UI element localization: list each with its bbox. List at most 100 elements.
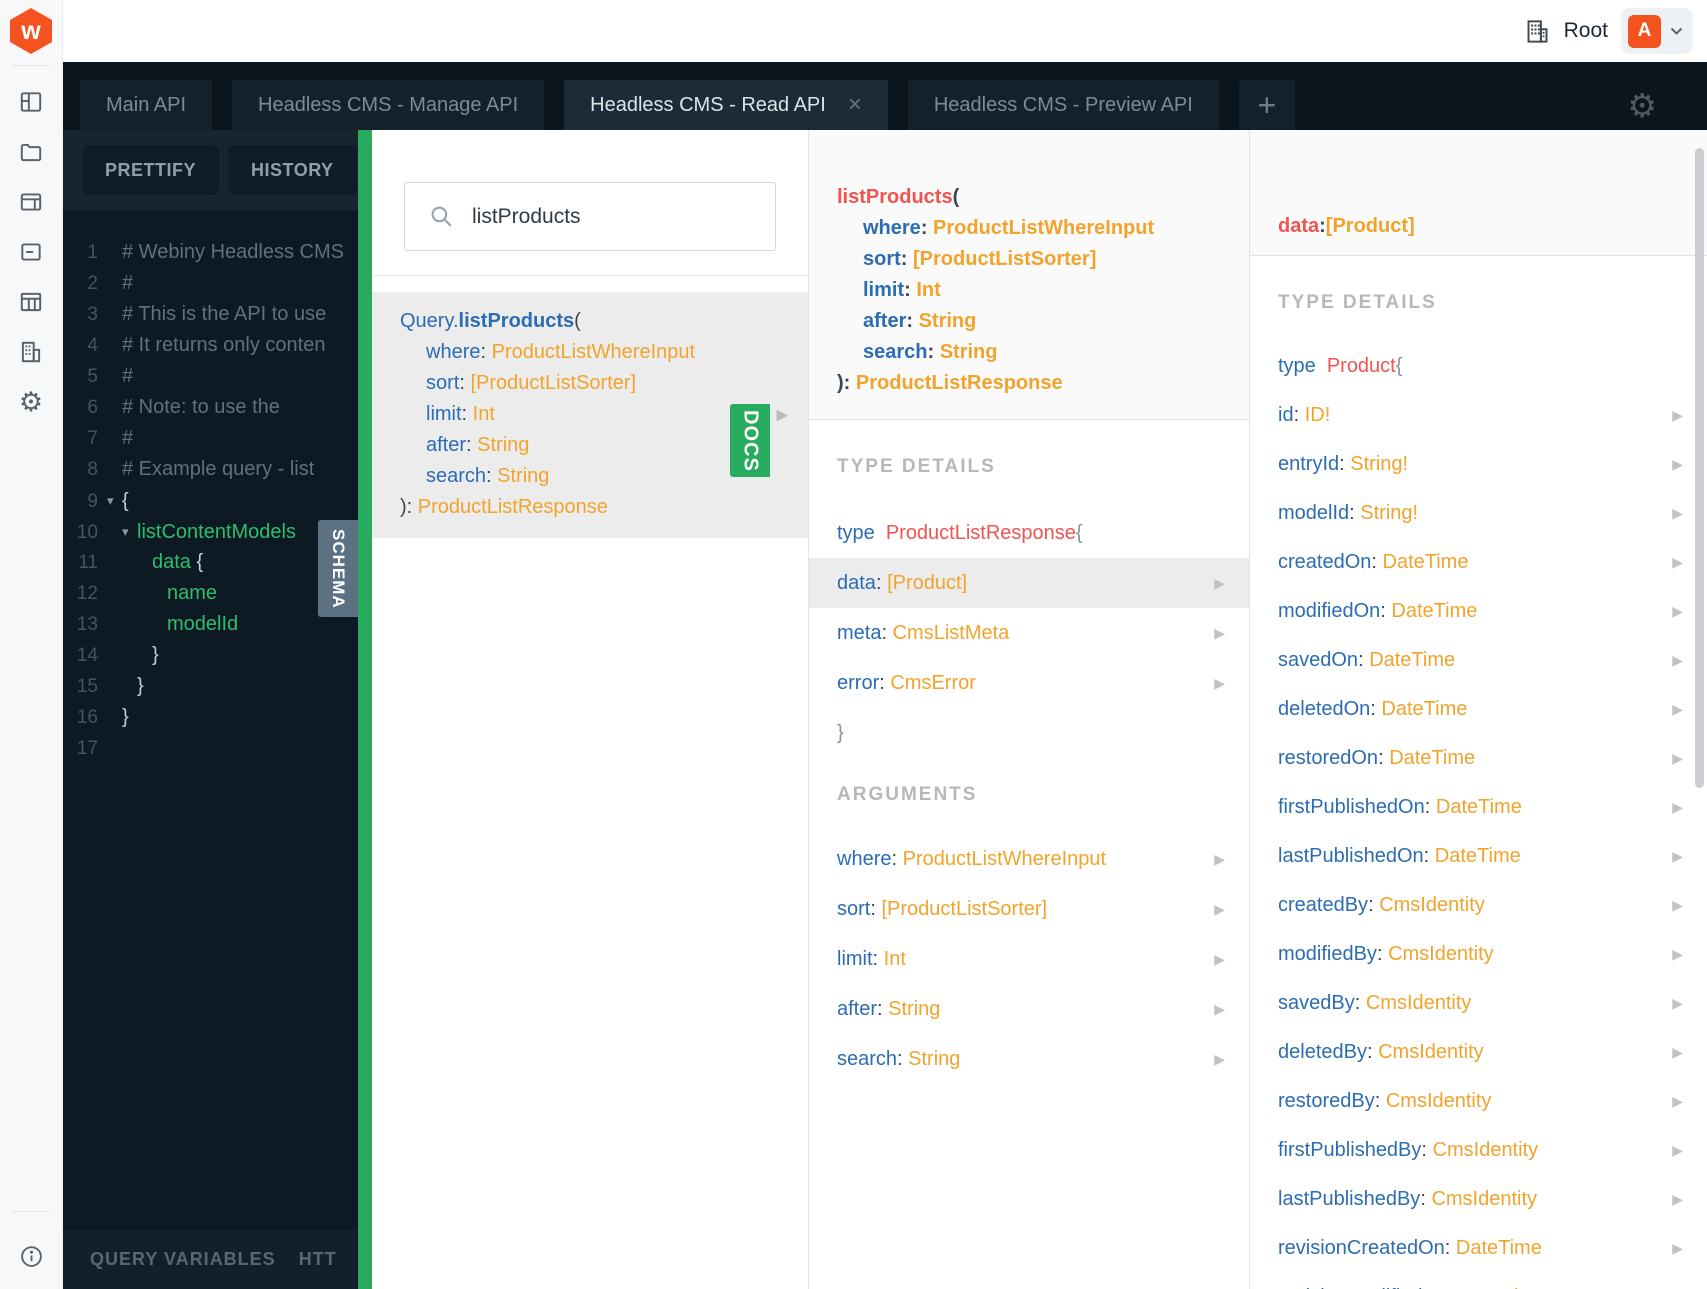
- fold-arrow-icon[interactable]: ▾: [107, 485, 122, 516]
- doc-field-row[interactable]: savedOn: DateTime ▶: [1250, 636, 1707, 685]
- settings-gear-icon[interactable]: ⚙: [1627, 89, 1657, 122]
- sidebar-item-form-builder[interactable]: [0, 177, 62, 227]
- field-name-link[interactable]: after: [837, 998, 877, 1020]
- arg-type-link[interactable]: String: [497, 465, 549, 487]
- doc-field-row[interactable]: restoredOn: DateTime ▶: [1250, 734, 1707, 783]
- doc-field-row[interactable]: modelId: String! ▶: [1250, 489, 1707, 538]
- history-button[interactable]: HISTORY: [228, 145, 357, 195]
- webiny-logo[interactable]: w: [10, 8, 52, 54]
- doc-field-row[interactable]: limit: Int ▶: [809, 934, 1249, 984]
- header-type-link[interactable]: [Product]: [1326, 215, 1415, 238]
- sidebar-item-settings[interactable]: ⚙: [0, 377, 62, 427]
- field-type-link[interactable]: CmsIdentity: [1378, 1041, 1484, 1063]
- field-type-link[interactable]: String!: [1360, 502, 1418, 524]
- field-type-link[interactable]: CmsIdentity: [1379, 894, 1485, 916]
- field-name-link[interactable]: firstPublishedOn: [1278, 796, 1425, 818]
- field-name-link[interactable]: lastPublishedOn: [1278, 845, 1424, 867]
- new-tab-button[interactable]: +: [1238, 80, 1295, 130]
- field-name-link[interactable]: sort: [837, 898, 870, 920]
- doc-field-row[interactable]: meta: CmsListMeta ▶: [809, 608, 1249, 658]
- doc-field-row[interactable]: lastPublishedOn: DateTime ▶: [1250, 832, 1707, 881]
- field-type-link[interactable]: CmsError: [890, 672, 976, 694]
- field-name-link[interactable]: createdOn: [1278, 551, 1371, 573]
- prettify-button[interactable]: PRETTIFY: [82, 145, 220, 195]
- doc-field-row[interactable]: search: String ▶: [809, 1034, 1249, 1084]
- field-name-link[interactable]: limit: [837, 948, 873, 970]
- tab-docs[interactable]: DOCS: [730, 404, 770, 477]
- doc-field-row[interactable]: deletedBy: CmsIdentity ▶: [1250, 1028, 1707, 1077]
- field-type-link[interactable]: DateTime: [1456, 1237, 1542, 1259]
- search-box[interactable]: [404, 182, 776, 251]
- field-type-link[interactable]: DateTime: [1383, 551, 1469, 573]
- doc-field-row[interactable]: revisionCreatedOn: DateTime ▶: [1250, 1224, 1707, 1273]
- arg-type-link[interactable]: String: [477, 434, 529, 456]
- field-type-link[interactable]: DateTime: [1436, 796, 1522, 818]
- field-name-link[interactable]: where: [837, 848, 891, 870]
- docs-resizer[interactable]: DOCS SCHEMA: [318, 130, 770, 1289]
- return-type-link[interactable]: ProductListResponse: [418, 496, 608, 518]
- doc-field-row[interactable]: restoredBy: CmsIdentity ▶: [1250, 1077, 1707, 1126]
- field-type-link[interactable]: DateTime: [1435, 845, 1521, 867]
- tab-headless-cms-preview-api[interactable]: Headless CMS - Preview API: [907, 80, 1219, 130]
- doc-field-row[interactable]: error: CmsError ▶: [809, 658, 1249, 708]
- field-type-link[interactable]: DateTime: [1391, 600, 1477, 622]
- arg-type-link[interactable]: String: [919, 310, 977, 332]
- arg-type-link[interactable]: String: [940, 341, 998, 363]
- doc-field-row[interactable]: modifiedOn: DateTime ▶: [1250, 587, 1707, 636]
- field-type-link[interactable]: [Product]: [887, 572, 967, 594]
- field-type-link[interactable]: ProductListWhereInput: [903, 848, 1106, 870]
- doc-field-row[interactable]: sort: [ProductListSorter] ▶: [809, 884, 1249, 934]
- http-headers-toggle[interactable]: HTT: [299, 1249, 337, 1270]
- field-type-link[interactable]: String: [888, 998, 940, 1020]
- docs-scrollbar[interactable]: [1695, 148, 1704, 788]
- field-name-link[interactable]: restoredBy: [1278, 1090, 1375, 1112]
- doc-field-row[interactable]: where: ProductListWhereInput ▶: [809, 834, 1249, 884]
- field-name-link[interactable]: modelId: [1278, 502, 1349, 524]
- avatar[interactable]: A: [1628, 14, 1661, 48]
- doc-field-row[interactable]: savedBy: CmsIdentity ▶: [1250, 979, 1707, 1028]
- doc-field-row[interactable]: createdBy: CmsIdentity ▶: [1250, 881, 1707, 930]
- doc-field-row[interactable]: modifiedBy: CmsIdentity ▶: [1250, 930, 1707, 979]
- sidebar-item-info[interactable]: [0, 1223, 62, 1289]
- field-name-link[interactable]: error: [837, 672, 879, 694]
- sidebar-item-headless-cms[interactable]: [0, 227, 62, 277]
- field-name-link[interactable]: entryId: [1278, 453, 1339, 475]
- tab-close-icon[interactable]: ×: [848, 93, 862, 117]
- account-menu[interactable]: A: [1621, 8, 1693, 54]
- query-editor[interactable]: 1 # Webiny Headless CMS 2 #3 # This is the A…: [62, 210, 358, 1230]
- field-name-link[interactable]: createdBy: [1278, 894, 1368, 916]
- field-name-link[interactable]: restoredOn: [1278, 747, 1378, 769]
- field-name-link[interactable]: firstPublishedBy: [1278, 1139, 1421, 1161]
- arg-type-link[interactable]: Int: [473, 403, 495, 425]
- sidebar-item-file-manager[interactable]: [0, 127, 62, 177]
- field-name-link[interactable]: lastPublishedBy: [1278, 1188, 1420, 1210]
- doc-field-row[interactable]: entryId: String! ▶: [1250, 440, 1707, 489]
- arg-type-link[interactable]: ProductListWhereInput: [933, 217, 1154, 239]
- doc-field-row[interactable]: data: [Product] ▶: [809, 558, 1249, 608]
- field-name-link[interactable]: savedOn: [1278, 649, 1358, 671]
- tab-headless-cms-read-api[interactable]: Headless CMS - Read API ×: [564, 80, 888, 130]
- arg-type-link[interactable]: [ProductListSorter]: [470, 372, 636, 394]
- fold-arrow-icon[interactable]: ▾: [122, 516, 137, 547]
- field-name-link[interactable]: revisionCreatedOn: [1278, 1237, 1445, 1259]
- tab-schema[interactable]: SCHEMA: [318, 520, 358, 617]
- field-name-link[interactable]: modifiedBy: [1278, 943, 1377, 965]
- type-name-link[interactable]: Product: [1327, 355, 1396, 377]
- field-name-link[interactable]: id: [1278, 404, 1294, 426]
- field-name-link[interactable]: data: [837, 572, 876, 594]
- doc-field-row[interactable]: firstPublishedOn: DateTime ▶: [1250, 783, 1707, 832]
- sidebar-item-page-builder[interactable]: [0, 77, 62, 127]
- sidebar-item-tenant-manager[interactable]: [0, 327, 62, 377]
- field-name-link[interactable]: deletedOn: [1278, 698, 1370, 720]
- field-name-link[interactable]: meta: [837, 622, 881, 644]
- field-name-link[interactable]: search: [837, 1048, 897, 1070]
- field-type-link[interactable]: [ProductListSorter]: [881, 898, 1047, 920]
- field-type-link[interactable]: CmsIdentity: [1431, 1188, 1537, 1210]
- field-name-link[interactable]: savedBy: [1278, 992, 1355, 1014]
- doc-field-row[interactable]: after: String ▶: [809, 984, 1249, 1034]
- field-name-link[interactable]: deletedBy: [1278, 1041, 1367, 1063]
- type-name-link[interactable]: ProductListResponse: [886, 522, 1076, 544]
- sidebar-item-admin[interactable]: [0, 277, 62, 327]
- field-type-link[interactable]: ID!: [1305, 404, 1331, 426]
- arg-type-link[interactable]: Int: [916, 279, 940, 301]
